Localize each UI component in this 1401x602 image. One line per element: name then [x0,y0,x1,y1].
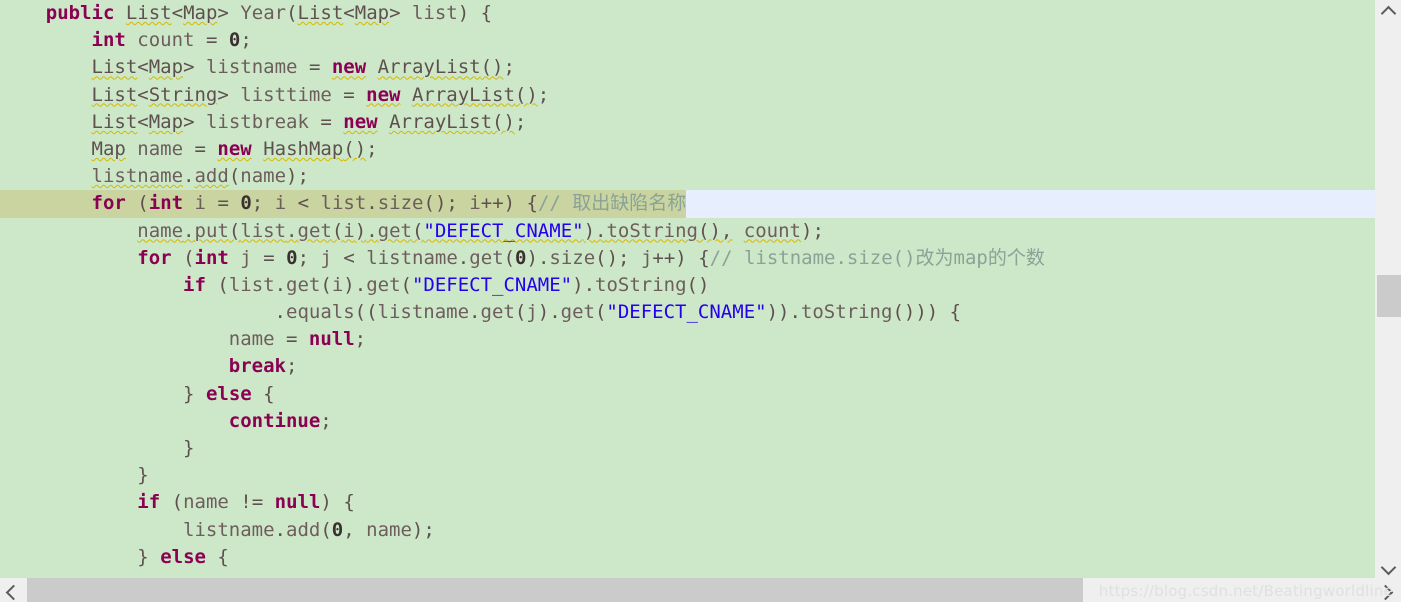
code-line[interactable]: Map name = new HashMap(); [0,136,1376,163]
code-line-content: } [137,464,149,487]
scroll-right-button[interactable] [1374,578,1401,602]
code-line-content: break; [228,355,298,378]
chevron-right-icon [1381,587,1394,594]
code-line[interactable]: for (int j = 0; j < listname.get(0).size… [0,245,1376,272]
code-editor-window: public List<Map> Year(List<Map> list) { … [0,0,1401,602]
code-line[interactable]: List<String> listtime = new ArrayList(); [0,82,1376,109]
code-line-content: continue; [228,409,332,432]
code-line[interactable]: listname.add(name); [0,163,1376,190]
code-line-content: if (name != null) { [137,491,355,514]
code-line[interactable]: List<Map> listname = new ArrayList(); [0,54,1376,81]
code-line[interactable]: } else { [0,544,1376,571]
code-line-content: List<String> listtime = new ArrayList(); [91,83,550,106]
code-line[interactable]: name = null; [0,326,1376,353]
code-line[interactable]: } [0,462,1376,489]
code-line[interactable]: List<Map> listbreak = new ArrayList(); [0,109,1376,136]
scroll-left-button[interactable] [0,578,27,602]
chevron-up-icon [1382,8,1395,15]
scroll-up-button[interactable] [1376,0,1401,22]
code-line[interactable]: .. [0,571,1376,578]
scroll-down-button[interactable] [1376,556,1401,578]
vertical-scrollbar-thumb[interactable] [1377,275,1401,317]
code-line-content: listname.add(0, name); [183,518,435,541]
code-line[interactable]: public List<Map> Year(List<Map> list) { [0,0,1376,27]
code-line-content: listname.add(name); [91,165,309,188]
vertical-scrollbar[interactable] [1375,0,1401,578]
chevron-down-icon [1382,564,1395,571]
horizontal-scrollbar-thumb[interactable] [27,578,1083,602]
code-line[interactable]: name.put(list.get(i).get("DEFECT_CNAME")… [0,218,1376,245]
code-line-content: public List<Map> Year(List<Map> list) { [45,2,493,24]
code-line-content: .. [0,571,206,578]
code-line-content: .equals((listname.get(j).get("DEFECT_CNA… [274,301,962,324]
chevron-left-icon [7,587,20,594]
code-line-content: for (int i = 0; i < list.size(); i++) {/… [0,190,687,218]
code-line[interactable]: if (list.get(i).get("DEFECT_CNAME").toSt… [0,272,1376,299]
code-line[interactable]: if (name != null) { [0,489,1376,516]
code-line-content: Map name = new HashMap(); [91,137,378,160]
code-line[interactable]: int count = 0; [0,27,1376,54]
code-line-content: } else { [137,545,229,568]
code-line[interactable]: break; [0,353,1376,380]
code-line-content: int count = 0; [91,29,252,52]
code-surface[interactable]: public List<Map> Year(List<Map> list) { … [0,0,1376,578]
code-line-content: name = null; [228,328,367,351]
code-line[interactable]: continue; [0,408,1376,435]
code-line-current[interactable]: for (int i = 0; i < list.size(); i++) {/… [0,190,1376,218]
code-line[interactable]: .equals((listname.get(j).get("DEFECT_CNA… [0,299,1376,326]
code-line-content: } else { [183,382,275,405]
code-line-content: List<Map> listname = new ArrayList(); [91,56,515,79]
code-line-content: for (int j = 0; j < listname.get(0).size… [137,246,1045,269]
code-line[interactable]: listname.add(0, name); [0,517,1376,544]
code-line[interactable]: } else { [0,381,1376,408]
code-line-content: if (list.get(i).get("DEFECT_CNAME").toSt… [183,273,710,296]
code-line-content: name.put(list.get(i).get("DEFECT_CNAME")… [137,219,824,242]
code-line[interactable]: } [0,435,1376,462]
code-line-content: List<Map> listbreak = new ArrayList(); [91,110,527,133]
code-line-content: } [183,437,195,459]
horizontal-scrollbar[interactable] [0,578,1401,602]
